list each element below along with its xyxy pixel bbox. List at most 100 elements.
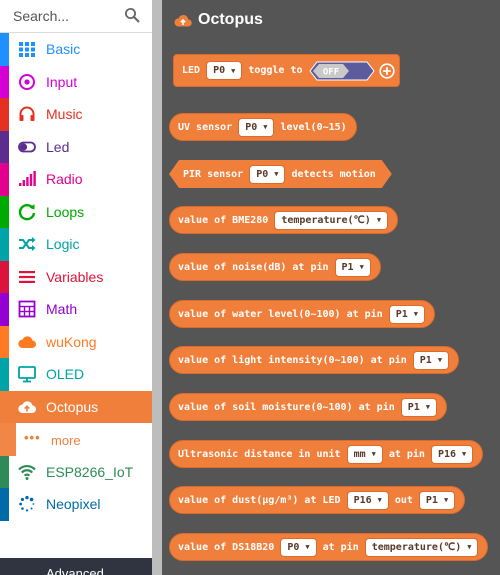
block-text: level(0~15)	[280, 121, 347, 133]
dropdown-value: P0	[245, 121, 258, 133]
block-text: value of water level(0~100) at pin	[178, 308, 383, 320]
category-music[interactable]: Music	[0, 98, 152, 131]
dropdown-value: temperature(℃)	[371, 541, 462, 553]
category-basic[interactable]: Basic	[0, 33, 152, 66]
block-dropdown[interactable]: temperature(℃) ▼	[364, 537, 479, 557]
dropdown-value: temperature(℃)	[281, 214, 371, 226]
category-label: ESP8266_IoT	[46, 463, 134, 480]
category-color-bar	[0, 130, 9, 163]
sidebar-scrollbar-thumb[interactable]	[152, 0, 162, 575]
category-color-bar	[0, 260, 9, 293]
category-color-bar	[0, 33, 9, 66]
toggle-state: OFF	[322, 67, 338, 77]
search-icon[interactable]	[124, 7, 140, 23]
block-text: PIR sensor	[183, 168, 244, 180]
reporter-block[interactable]: Ultrasonic distance in unit mm ▼ at pin P16 ▼	[169, 440, 484, 468]
category-loops[interactable]: Loops	[0, 195, 152, 228]
block-text: value of DS18B20	[178, 541, 275, 553]
toolbox-sidebar: Search... Basic Input Music Led Radio Loops Lo…	[0, 0, 152, 575]
reporter-block[interactable]: value of dust(μg/m³) at LED P16 ▼ out P1 ▼	[169, 486, 466, 514]
category-esp8266-iot[interactable]: ESP8266_IoT	[0, 455, 152, 488]
caret-down-icon: ▼	[425, 403, 431, 411]
category-color-bar	[0, 488, 9, 521]
category-math[interactable]: Math	[0, 293, 152, 326]
dropdown-value: P16	[437, 448, 457, 460]
reporter-block[interactable]: value of soil moisture(0~100) at pin P1 ▼	[169, 393, 448, 421]
headphones-icon	[19, 106, 35, 121]
block-dropdown[interactable]: P1 ▼	[400, 397, 438, 417]
block-dropdown[interactable]: P1 ▼	[412, 350, 450, 370]
cloud-icon	[18, 335, 36, 348]
reporter-block[interactable]: value of water level(0~100) at pin P1 ▼	[169, 300, 435, 328]
category-neopixel[interactable]: Neopixel	[0, 488, 152, 521]
cloud-upload-icon	[174, 14, 192, 27]
category-logic[interactable]: Logic	[0, 228, 152, 261]
category-advanced-label: Advanced	[46, 566, 104, 575]
caret-down-icon: ▼	[467, 543, 472, 551]
search-input[interactable]: Search...	[13, 8, 69, 24]
category-more-label: more	[51, 433, 81, 448]
category-label: Radio	[46, 171, 83, 187]
caret-down-icon: ▼	[263, 123, 268, 131]
block-text: value of BME280	[178, 214, 269, 226]
block-dropdown[interactable]: P1 ▼	[388, 304, 425, 324]
block-dropdown[interactable]: P1 ▼	[334, 257, 371, 277]
cloud-upload-icon	[18, 400, 36, 413]
block-text: value of dust(μg/m³) at LED	[178, 494, 341, 506]
category-octopus[interactable]: Octopus	[0, 390, 152, 423]
category-color-bar	[0, 65, 9, 98]
dropdown-value: P1	[341, 261, 354, 273]
block-dropdown[interactable]: mm ▼	[346, 444, 383, 464]
dropdown-value: mm	[353, 448, 366, 460]
category-more-bar	[0, 423, 16, 456]
category-label: wuKong	[46, 333, 97, 350]
block-dropdown[interactable]: P0 ▼	[238, 117, 275, 137]
toggle-icon	[18, 141, 36, 152]
category-more[interactable]: ••• more	[0, 423, 152, 456]
category-advanced[interactable]: Advanced	[0, 558, 152, 575]
dropdown-value: P1	[395, 308, 408, 320]
category-label: Loops	[46, 203, 85, 220]
category-color-bar	[0, 228, 9, 261]
category-wukong[interactable]: wuKong	[0, 325, 152, 358]
block-dropdown[interactable]: P16 ▼	[430, 444, 474, 464]
category-led[interactable]: Led	[0, 130, 152, 163]
category-oled[interactable]: OLED	[0, 358, 152, 391]
block-dropdown[interactable]: P0 ▼	[206, 61, 243, 80]
category-label: OLED	[46, 366, 85, 382]
block-text: value of light intensity(0~100) at pin	[178, 354, 407, 366]
dropdown-value: P0	[256, 168, 269, 180]
caret-down-icon: ▼	[371, 450, 376, 458]
block-dropdown[interactable]: P0 ▼	[280, 537, 317, 557]
block-dropdown[interactable]: P16 ▼	[346, 490, 389, 510]
caret-down-icon: ▼	[377, 496, 382, 504]
reporter-block[interactable]: value of DS18B20 P0 ▼ at pin temperature(℃) ▼	[169, 533, 489, 561]
wifi-icon	[18, 464, 36, 480]
statement-block[interactable]: LED P0 ▼ toggle to OFF	[173, 54, 400, 87]
reporter-block[interactable]: value of light intensity(0~100) at pin P1…	[169, 346, 460, 374]
block-text: value of soil moisture(0~100) at pin	[178, 401, 395, 413]
boolean-block[interactable]: PIR sensor P0 ▼ detects motion	[169, 160, 392, 188]
monitor-icon	[18, 366, 36, 383]
block-text: UV sensor	[178, 121, 233, 133]
block-dropdown[interactable]: temperature(℃) ▼	[274, 210, 389, 230]
reporter-block[interactable]: UV sensor P0 ▼ level(0~15)	[169, 113, 357, 141]
category-radio[interactable]: Radio	[0, 163, 152, 196]
block-text: at pin	[322, 541, 359, 553]
category-label: Music	[46, 106, 83, 122]
category-variables[interactable]: Variables	[0, 260, 152, 293]
reporter-block[interactable]: value of noise(dB) at pin P1 ▼	[169, 253, 381, 281]
shuffle-icon	[19, 237, 36, 251]
add-plus-icon[interactable]	[378, 62, 395, 79]
category-color-bar	[0, 325, 9, 358]
reporter-block[interactable]: value of BME280 temperature(℃) ▼	[169, 206, 399, 234]
category-label: Input	[46, 73, 78, 90]
category-input[interactable]: Input	[0, 65, 152, 98]
category-color-bar	[0, 293, 9, 326]
on-off-toggle[interactable]: OFF	[308, 61, 375, 81]
block-text: detects motion	[291, 168, 376, 180]
block-dropdown[interactable]: P1 ▼	[418, 490, 456, 510]
search-box[interactable]: Search...	[0, 0, 152, 33]
block-dropdown[interactable]: P0 ▼	[249, 165, 285, 184]
category-label: Math	[46, 301, 78, 317]
